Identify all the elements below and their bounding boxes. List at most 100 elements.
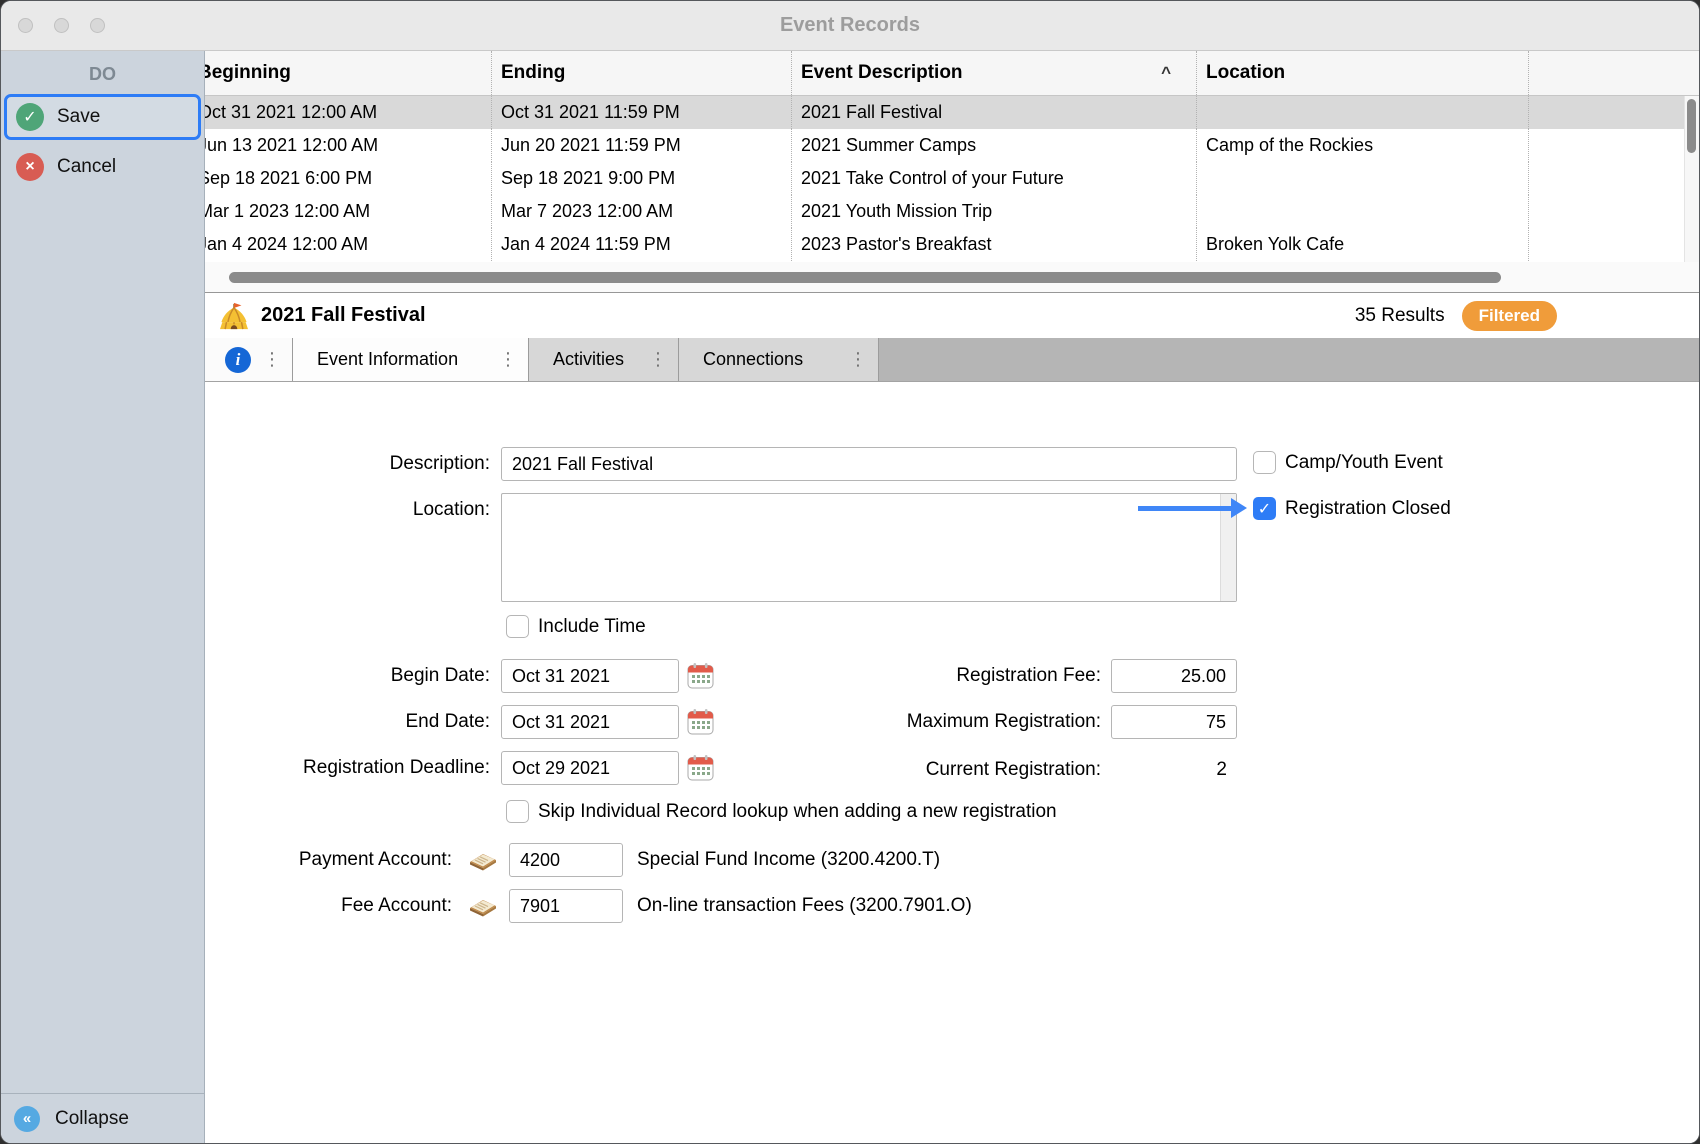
cell-location bbox=[1197, 162, 1529, 195]
drag-handle-icon[interactable]: ⋮ bbox=[649, 349, 667, 370]
cancel-button[interactable]: × Cancel bbox=[4, 144, 201, 190]
collapse-button[interactable]: « Collapse bbox=[1, 1093, 204, 1143]
cell-filler bbox=[1529, 96, 1699, 129]
drag-handle-icon[interactable]: ⋮ bbox=[263, 349, 281, 370]
table-row[interactable]: Mar 1 2023 12:00 AM Mar 7 2023 12:00 AM … bbox=[205, 195, 1699, 228]
cell-ending: Mar 7 2023 12:00 AM bbox=[492, 195, 792, 228]
table-row[interactable]: Jun 13 2021 12:00 AM Jun 20 2021 11:59 P… bbox=[205, 129, 1699, 162]
horizontal-scrollbar[interactable] bbox=[205, 262, 1699, 292]
collapse-label: Collapse bbox=[55, 1108, 129, 1130]
table-row[interactable]: Oct 31 2021 12:00 AM Oct 31 2021 11:59 P… bbox=[205, 96, 1699, 129]
include-time-checkbox[interactable] bbox=[506, 615, 529, 638]
cell-location: Camp of the Rockies bbox=[1197, 129, 1529, 162]
drag-handle-icon[interactable]: ⋮ bbox=[849, 349, 867, 370]
title-bar: Event Records bbox=[1, 1, 1699, 51]
sort-ascending-icon: ^ bbox=[1161, 63, 1171, 83]
tab-label: Connections bbox=[703, 349, 803, 370]
registration-fee-input[interactable] bbox=[1111, 659, 1237, 693]
fee-account-description: On-line transaction Fees (3200.7901.O) bbox=[637, 889, 972, 923]
event-records-window: Event Records DO ✓ Save × Cancel « Colla… bbox=[0, 0, 1700, 1144]
tab-label: Event Information bbox=[317, 349, 458, 370]
table-row[interactable]: Sep 18 2021 6:00 PM Sep 18 2021 9:00 PM … bbox=[205, 162, 1699, 195]
description-input[interactable] bbox=[501, 447, 1237, 481]
fee-account-input[interactable] bbox=[509, 889, 623, 923]
payment-account-input[interactable] bbox=[509, 843, 623, 877]
cell-ending: Jan 4 2024 11:59 PM bbox=[492, 228, 792, 261]
cell-filler bbox=[1529, 228, 1699, 261]
description-label: Description: bbox=[205, 447, 490, 480]
end-date-calendar-icon[interactable] bbox=[687, 708, 714, 735]
column-header-filler bbox=[1529, 51, 1699, 95]
tab-connections[interactable]: Connections ⋮ bbox=[679, 338, 879, 381]
window-title: Event Records bbox=[1, 14, 1699, 37]
table-header: Beginning Ending Event Description ^ Loc… bbox=[205, 51, 1699, 96]
fee-account-label: Fee Account: bbox=[205, 889, 452, 922]
cell-ending: Jun 20 2021 11:59 PM bbox=[492, 129, 792, 162]
drag-handle-icon[interactable]: ⋮ bbox=[499, 349, 517, 370]
end-date-input[interactable] bbox=[501, 705, 679, 739]
cell-beginning: Mar 1 2023 12:00 AM bbox=[205, 195, 492, 228]
maximum-registration-input[interactable] bbox=[1111, 705, 1237, 739]
event-form: Description: Camp/Youth Event Location: … bbox=[205, 382, 1699, 1143]
column-header-ending[interactable]: Ending bbox=[492, 51, 792, 95]
tab-bar: i ⋮ Event Information ⋮ Activities ⋮ Con… bbox=[205, 338, 1699, 382]
sidebar: DO ✓ Save × Cancel « Collapse bbox=[1, 51, 205, 1143]
cancel-label: Cancel bbox=[57, 156, 116, 178]
filtered-badge[interactable]: Filtered bbox=[1462, 301, 1557, 331]
skip-lookup-label: Skip Individual Record lookup when addin… bbox=[538, 800, 1057, 823]
results-count: 35 Results bbox=[1355, 305, 1445, 327]
tab-event-information[interactable]: Event Information ⋮ bbox=[293, 338, 529, 381]
cell-beginning: Sep 18 2021 6:00 PM bbox=[205, 162, 492, 195]
end-date-label: End Date: bbox=[205, 705, 490, 738]
cell-description: 2021 Summer Camps bbox=[792, 129, 1197, 162]
payment-account-ledger-icon[interactable] bbox=[467, 848, 499, 872]
camp-youth-label: Camp/Youth Event bbox=[1285, 451, 1443, 474]
info-icon[interactable]: i bbox=[225, 347, 251, 373]
registration-deadline-input[interactable] bbox=[501, 751, 679, 785]
cell-description: 2023 Pastor's Breakfast bbox=[792, 228, 1197, 261]
location-label: Location: bbox=[205, 493, 490, 526]
cell-description: 2021 Youth Mission Trip bbox=[792, 195, 1197, 228]
begin-date-input[interactable] bbox=[501, 659, 679, 693]
registration-closed-label: Registration Closed bbox=[1285, 497, 1451, 520]
registration-closed-checkbox[interactable]: ✓ bbox=[1253, 497, 1276, 520]
column-header-beginning[interactable]: Beginning bbox=[205, 51, 492, 95]
record-title: 2021 Fall Festival bbox=[261, 304, 426, 327]
record-header: 2021 Fall Festival 35 Results Filtered bbox=[205, 292, 1699, 338]
cell-location bbox=[1197, 195, 1529, 228]
cell-beginning: Oct 31 2021 12:00 AM bbox=[205, 96, 492, 129]
save-button[interactable]: ✓ Save bbox=[4, 94, 201, 140]
cell-location bbox=[1197, 96, 1529, 129]
tent-icon bbox=[219, 302, 249, 330]
cell-filler bbox=[1529, 129, 1699, 162]
payment-account-label: Payment Account: bbox=[205, 843, 452, 876]
info-segment: i ⋮ bbox=[205, 338, 293, 381]
location-textarea[interactable] bbox=[501, 493, 1237, 602]
payment-account-description: Special Fund Income (3200.4200.T) bbox=[637, 843, 940, 877]
cell-ending: Sep 18 2021 9:00 PM bbox=[492, 162, 792, 195]
registration-deadline-label: Registration Deadline: bbox=[205, 751, 490, 784]
save-label: Save bbox=[57, 106, 100, 128]
collapse-chevrons-icon: « bbox=[14, 1106, 40, 1132]
cell-beginning: Jan 4 2024 12:00 AM bbox=[205, 228, 492, 261]
cell-filler bbox=[1529, 162, 1699, 195]
vertical-scrollbar-thumb[interactable] bbox=[1687, 99, 1696, 153]
begin-date-label: Begin Date: bbox=[205, 659, 490, 692]
horizontal-scrollbar-thumb[interactable] bbox=[229, 272, 1501, 283]
cell-beginning: Jun 13 2021 12:00 AM bbox=[205, 129, 492, 162]
column-header-location[interactable]: Location bbox=[1197, 51, 1529, 95]
skip-lookup-checkbox[interactable] bbox=[506, 800, 529, 823]
registration-deadline-calendar-icon[interactable] bbox=[687, 754, 714, 781]
begin-date-calendar-icon[interactable] bbox=[687, 662, 714, 689]
vertical-scrollbar[interactable] bbox=[1684, 96, 1699, 262]
table-body: Oct 31 2021 12:00 AM Oct 31 2021 11:59 P… bbox=[205, 96, 1699, 262]
camp-youth-checkbox[interactable] bbox=[1253, 451, 1276, 474]
column-header-event-description[interactable]: Event Description ^ bbox=[792, 51, 1197, 95]
cell-description: 2021 Fall Festival bbox=[792, 96, 1197, 129]
fee-account-ledger-icon[interactable] bbox=[467, 894, 499, 918]
registration-fee-label: Registration Fee: bbox=[805, 659, 1101, 692]
cell-description: 2021 Take Control of your Future bbox=[792, 162, 1197, 195]
cancel-x-icon: × bbox=[16, 153, 44, 181]
table-row[interactable]: Jan 4 2024 12:00 AM Jan 4 2024 11:59 PM … bbox=[205, 228, 1699, 261]
tab-activities[interactable]: Activities ⋮ bbox=[529, 338, 679, 381]
